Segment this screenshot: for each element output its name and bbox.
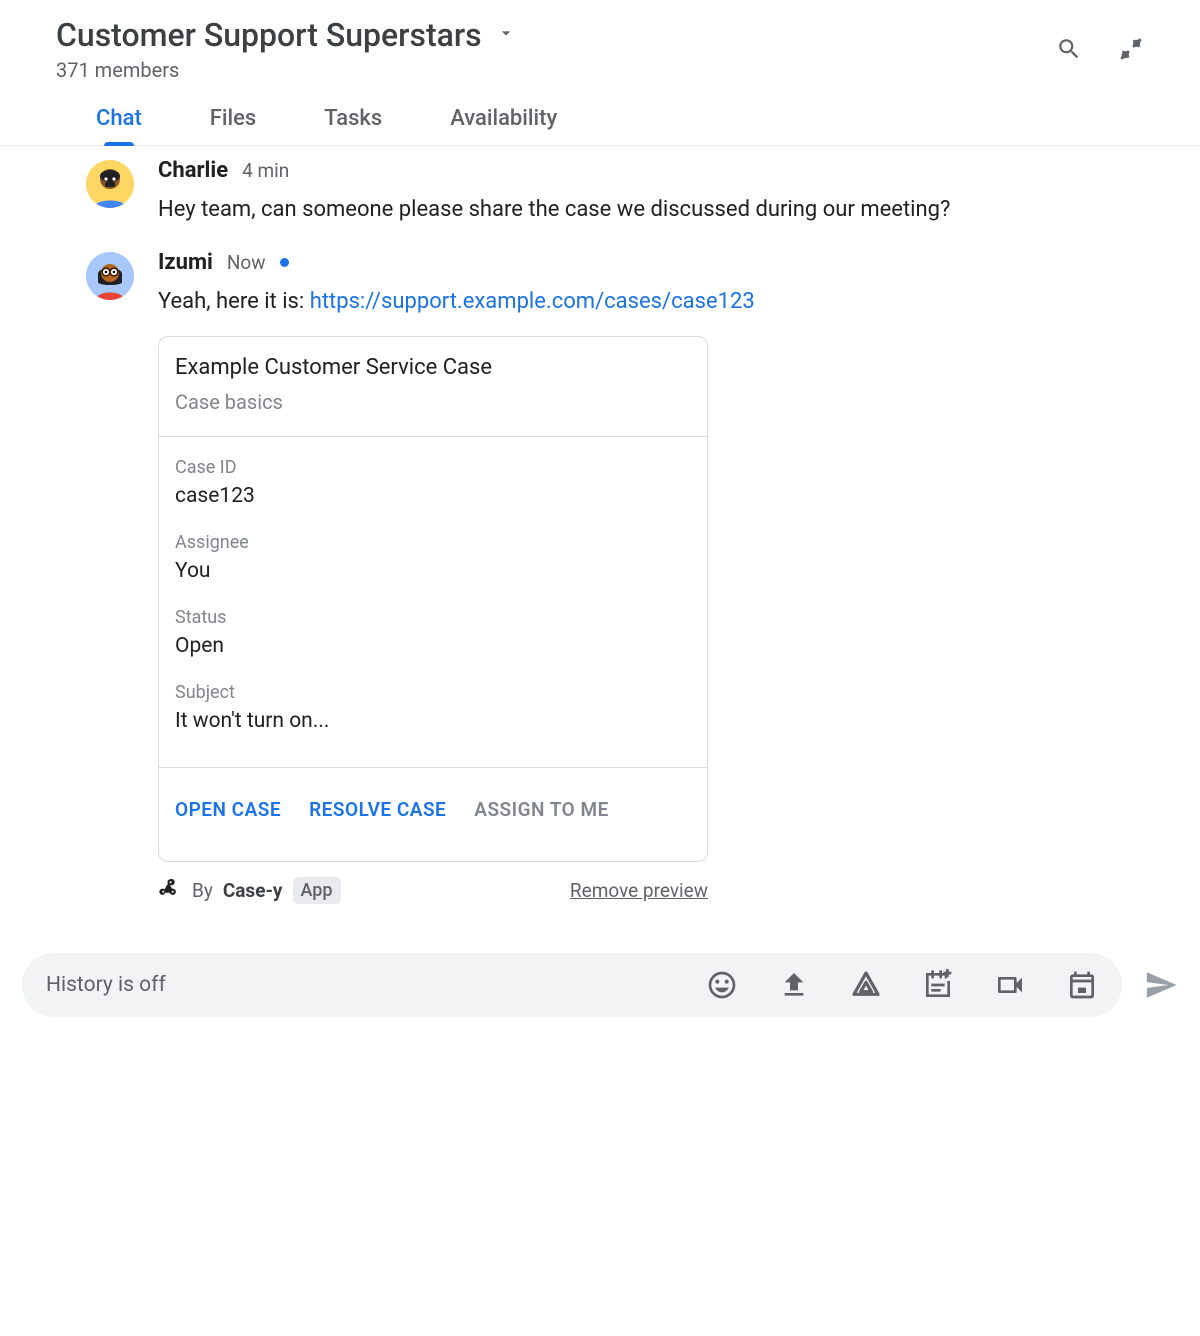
message-text: Yeah, here it is: https://support.exampl… xyxy=(158,285,1008,318)
avatar xyxy=(86,160,134,208)
calendar-icon[interactable] xyxy=(1066,969,1098,1001)
app-badge: App xyxy=(293,877,341,904)
timestamp: Now xyxy=(227,251,266,274)
avatar xyxy=(86,252,134,300)
by-label: By xyxy=(192,879,213,902)
link-preview-card: Example Customer Service Case Case basic… xyxy=(158,336,708,862)
member-count: 371 members xyxy=(56,58,1056,82)
drive-icon[interactable] xyxy=(850,969,882,1001)
assign-to-me-button[interactable]: ASSIGN TO ME xyxy=(474,798,609,821)
message: Izumi Now Yeah, here it is: https://supp… xyxy=(86,250,1144,905)
unread-dot-icon xyxy=(280,258,289,267)
chevron-down-icon[interactable] xyxy=(496,23,516,47)
sender-name: Izumi xyxy=(158,250,213,275)
message-input[interactable]: History is off xyxy=(22,953,1122,1017)
app-name: Case-y xyxy=(223,879,283,902)
tab-chat[interactable]: Chat xyxy=(96,106,142,145)
preview-byline: By Case-y App xyxy=(158,876,341,905)
composer-placeholder: History is off xyxy=(46,973,706,997)
field-value-assignee: You xyxy=(175,559,691,583)
remove-preview-button[interactable]: Remove preview xyxy=(570,879,708,902)
webhook-icon xyxy=(158,876,182,905)
send-icon[interactable] xyxy=(1144,968,1178,1002)
field-label-status: Status xyxy=(175,607,691,628)
message-text: Hey team, can someone please share the c… xyxy=(158,193,1008,226)
upload-icon[interactable] xyxy=(778,969,810,1001)
message: Charlie 4 min Hey team, can someone plea… xyxy=(86,158,1144,226)
case-link[interactable]: https://support.example.com/cases/case12… xyxy=(310,289,755,314)
new-doc-icon[interactable] xyxy=(922,969,954,1001)
open-case-button[interactable]: OPEN CASE xyxy=(175,798,281,821)
tab-bar: Chat Files Tasks Availability xyxy=(0,82,1200,146)
field-label-subject: Subject xyxy=(175,682,691,703)
timestamp: 4 min xyxy=(242,159,289,182)
field-value-status: Open xyxy=(175,634,691,658)
field-value-caseid: case123 xyxy=(175,484,691,508)
resolve-case-button[interactable]: RESOLVE CASE xyxy=(309,798,446,821)
sender-name: Charlie xyxy=(158,158,228,183)
space-title: Customer Support Superstars xyxy=(56,16,482,54)
video-icon[interactable] xyxy=(994,969,1026,1001)
message-text-prefix: Yeah, here it is: xyxy=(158,289,310,314)
collapse-icon[interactable] xyxy=(1118,36,1144,62)
field-label-assignee: Assignee xyxy=(175,532,691,553)
tab-tasks[interactable]: Tasks xyxy=(324,106,382,145)
card-subtitle: Case basics xyxy=(175,390,691,414)
card-title: Example Customer Service Case xyxy=(175,355,691,380)
tab-files[interactable]: Files xyxy=(210,106,256,145)
field-label-caseid: Case ID xyxy=(175,457,691,478)
emoji-icon[interactable] xyxy=(706,969,738,1001)
search-icon[interactable] xyxy=(1056,36,1082,62)
field-value-subject: It won't turn on... xyxy=(175,709,691,733)
tab-availability[interactable]: Availability xyxy=(450,106,557,145)
